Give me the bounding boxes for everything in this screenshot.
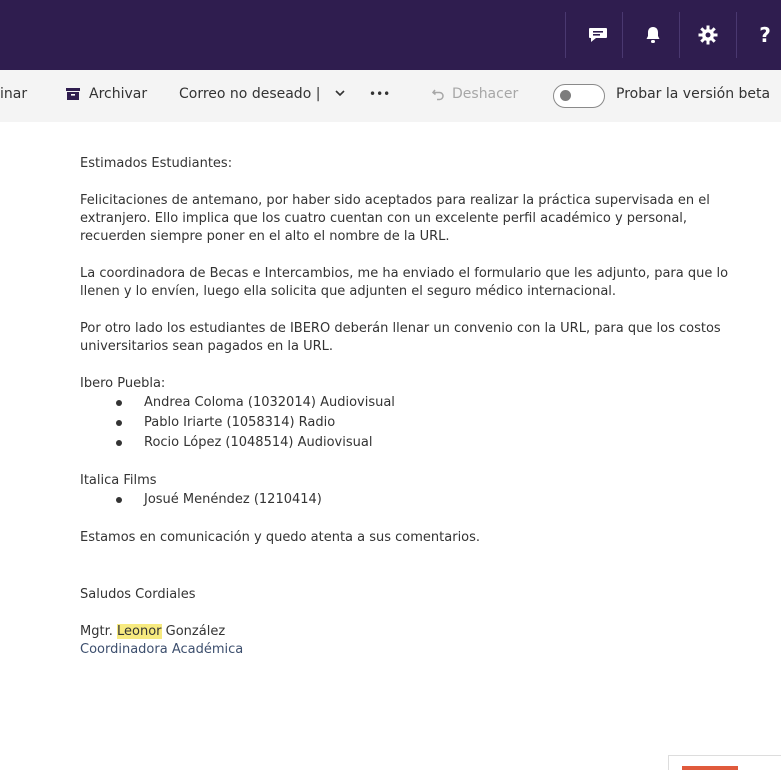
- signature-name: Mgtr. Leonor González: [80, 624, 226, 639]
- junk-button[interactable]: Correo no deseado |: [179, 86, 320, 102]
- gear-icon: [698, 25, 718, 45]
- notifications-button[interactable]: [633, 12, 673, 58]
- highlighted-name: Leonor: [117, 624, 162, 639]
- chevron-down-icon[interactable]: [334, 87, 346, 103]
- student-list: Josué Menéndez (1210414): [80, 490, 740, 510]
- separator: [565, 12, 566, 58]
- top-bar: ?: [0, 0, 781, 70]
- help-icon: ?: [759, 23, 771, 47]
- floating-panel-edge: [668, 755, 781, 770]
- bell-icon: [646, 27, 660, 43]
- try-beta-label: Probar la versión beta: [616, 86, 771, 102]
- paragraph: La coordinadora de Becas e Intercambios,…: [80, 266, 729, 299]
- student-list: Andrea Coloma (1032014) Audiovisual Pabl…: [80, 393, 740, 453]
- list-item: Rocio López (1048514) Audiovisual: [80, 433, 740, 453]
- list-item: Josué Menéndez (1210414): [80, 490, 740, 510]
- list-item: Pablo Iriarte (1058314) Radio: [80, 413, 740, 433]
- undo-icon: [431, 87, 445, 105]
- undo-button[interactable]: Deshacer: [452, 86, 518, 102]
- delete-button[interactable]: inar: [0, 86, 27, 102]
- toggle-knob: [560, 90, 571, 101]
- feedback-icon: [589, 28, 607, 42]
- command-bar: inar Archivar Correo no deseado | ••• De…: [0, 70, 781, 122]
- separator: [622, 12, 623, 58]
- separator: [736, 12, 737, 58]
- regards: Saludos Cordiales: [80, 587, 196, 602]
- more-options-button[interactable]: •••: [369, 87, 390, 101]
- feedback-button[interactable]: [578, 12, 618, 58]
- separator: [679, 12, 680, 58]
- group-title: Italica Films: [80, 473, 157, 488]
- beta-toggle[interactable]: [553, 84, 605, 108]
- archive-icon: [65, 87, 81, 105]
- greeting: Estimados Estudiantes:: [80, 156, 233, 171]
- settings-button[interactable]: [688, 12, 728, 58]
- group-title: Ibero Puebla:: [80, 376, 166, 391]
- paragraph: Felicitaciones de antemano, por haber si…: [80, 193, 710, 244]
- email-body: Estimados Estudiantes: Felicitaciones de…: [80, 155, 740, 659]
- archive-button[interactable]: Archivar: [89, 86, 147, 102]
- closing: Estamos en comunicación y quedo atenta a…: [80, 530, 481, 545]
- paragraph: Por otro lado los estudiantes de IBERO d…: [80, 321, 721, 354]
- help-button[interactable]: ?: [745, 12, 781, 58]
- list-item: Andrea Coloma (1032014) Audiovisual: [80, 393, 740, 413]
- signature-role: Coordinadora Académica: [80, 642, 244, 657]
